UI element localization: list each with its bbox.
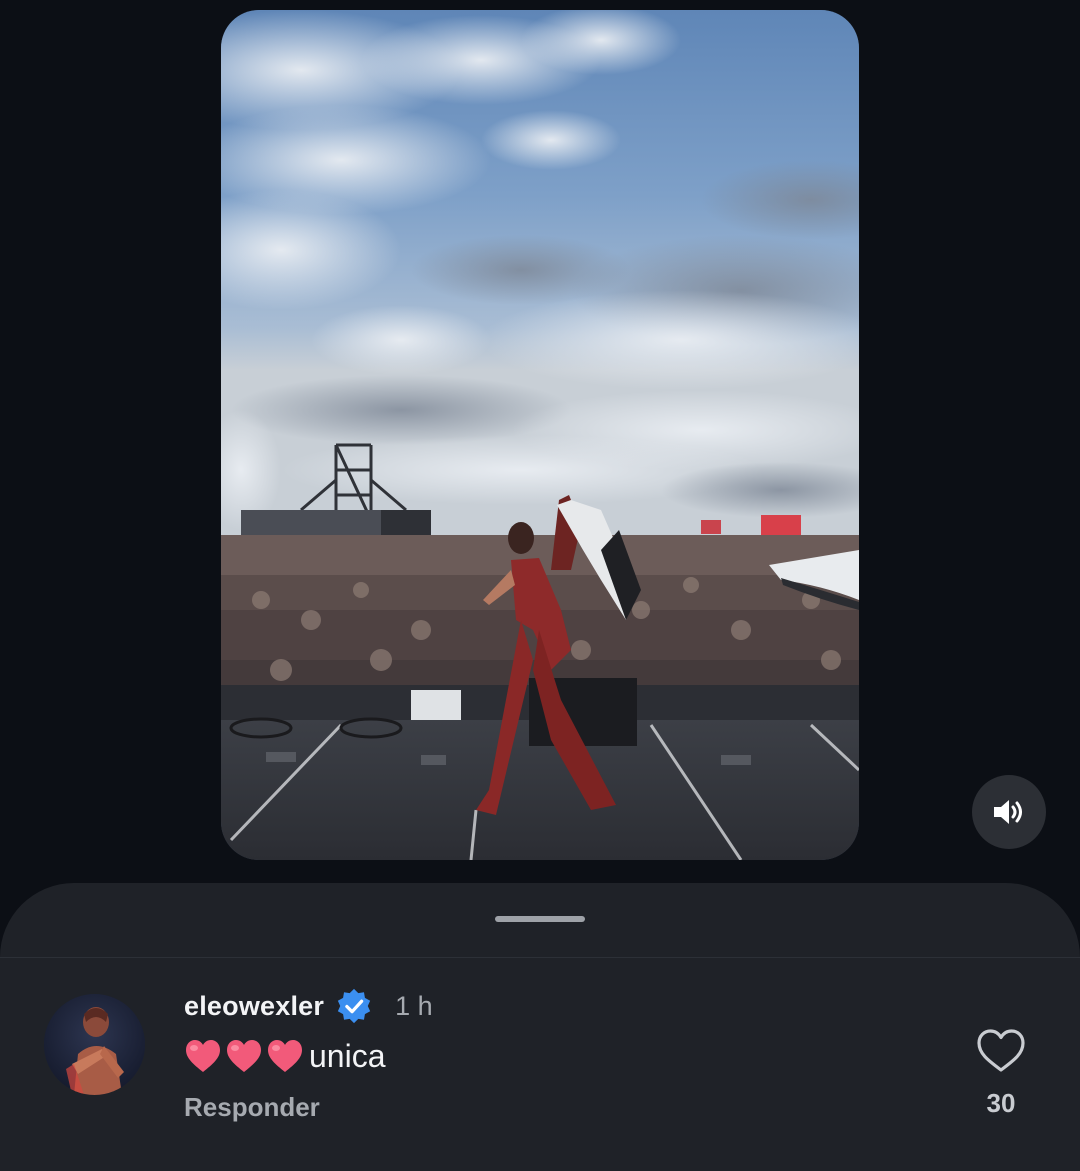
username[interactable]: eleowexler xyxy=(184,991,324,1022)
speaker-icon xyxy=(994,800,1022,824)
verified-badge-icon xyxy=(337,988,371,1024)
heart-emoji-icon xyxy=(227,1040,261,1072)
avatar[interactable] xyxy=(44,994,145,1095)
heart-outline-icon[interactable] xyxy=(975,1028,1027,1074)
reel-video[interactable] xyxy=(221,10,859,860)
comment-text: unica xyxy=(309,1037,386,1074)
divider xyxy=(0,957,1080,958)
like-count: 30 xyxy=(986,1088,1016,1118)
screen: eleowexler 1 h unica Responder 30 xyxy=(0,0,1080,1171)
heart-emoji-icon xyxy=(268,1040,302,1072)
comment-time: 1 h xyxy=(395,990,433,1021)
concert-photo xyxy=(221,10,859,860)
comment-body: unica xyxy=(184,1036,386,1076)
avatar-image xyxy=(44,994,145,1095)
comment-item: eleowexler 1 h unica Responder 30 xyxy=(0,978,1080,1138)
reply-button[interactable]: Responder xyxy=(184,1092,320,1123)
drag-handle[interactable] xyxy=(495,916,585,922)
sound-toggle-button[interactable] xyxy=(972,775,1046,849)
comment-header: eleowexler 1 h xyxy=(184,986,433,1026)
heart-emoji-icon xyxy=(186,1040,220,1072)
comments-sheet: eleowexler 1 h unica Responder 30 xyxy=(0,883,1080,1171)
